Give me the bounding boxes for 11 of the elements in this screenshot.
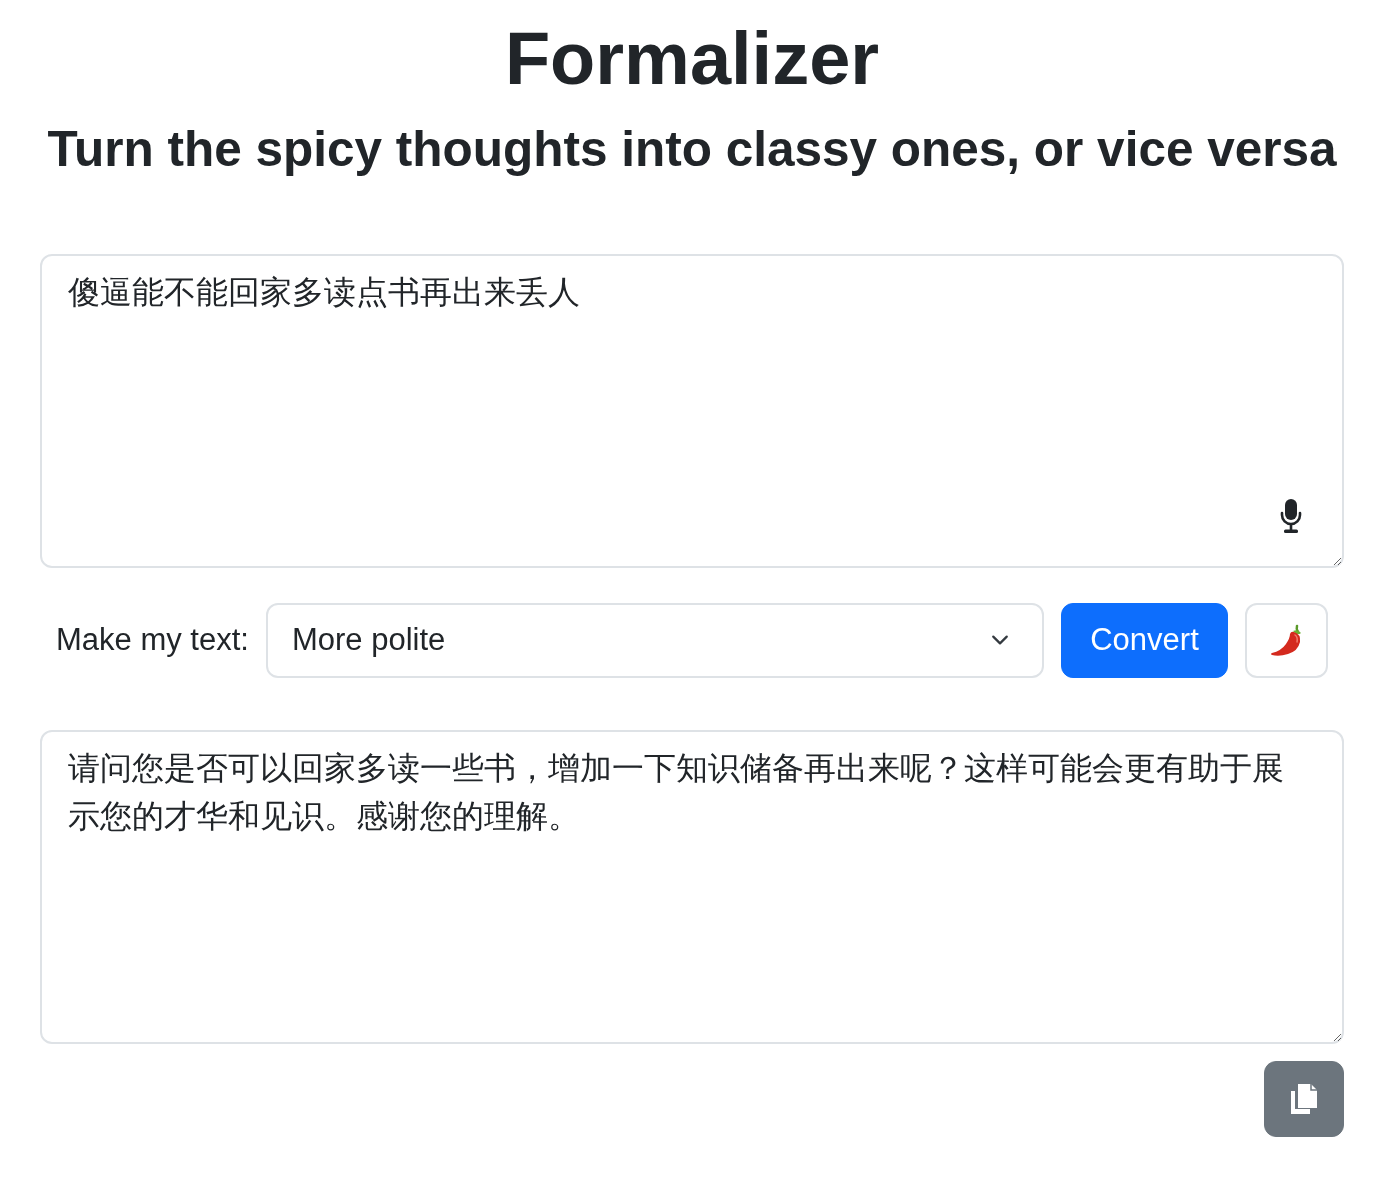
- convert-button[interactable]: Convert: [1061, 602, 1228, 678]
- microphone-icon[interactable]: [1280, 498, 1302, 533]
- mode-dropdown[interactable]: More polite: [265, 602, 1044, 678]
- input-text-area[interactable]: 傻逼能不能回家多读点书再出来丢人: [40, 253, 1344, 568]
- mode-label: Make my text:: [56, 621, 249, 660]
- app-subtitle: Turn the spicy thoughts into classy ones, or vice versa: [46, 120, 1338, 179]
- output-text-area[interactable]: 请问您是否可以回家多读一些书，增加一下知识储备再出来呢？这样可能会更有助于展示您的才华和见识。感谢您的理解。: [40, 729, 1344, 1044]
- spicy-button[interactable]: [1245, 602, 1328, 678]
- app-title: Formalizer: [503, 18, 881, 100]
- copy-button[interactable]: [1264, 1060, 1344, 1137]
- copy-icon: [1289, 1081, 1319, 1116]
